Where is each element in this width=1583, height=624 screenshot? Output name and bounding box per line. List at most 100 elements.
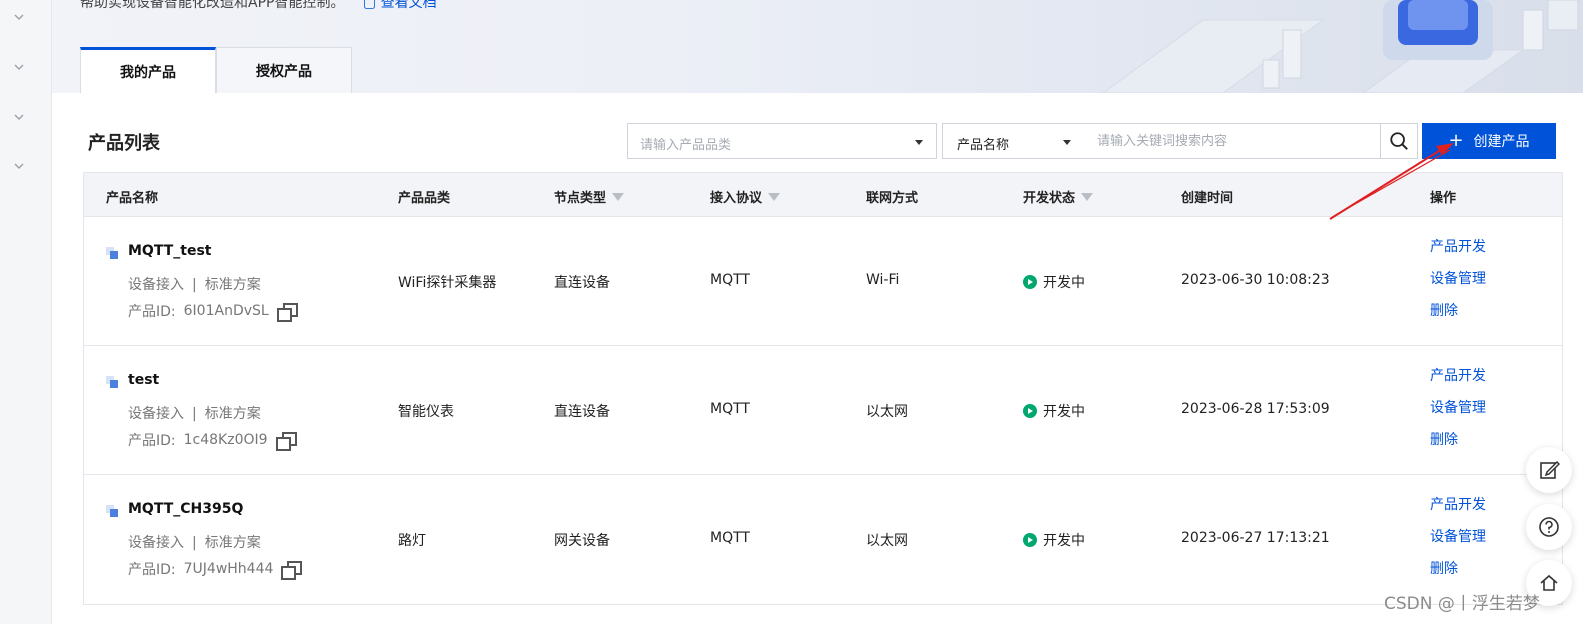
divider: | [192, 406, 197, 422]
product-icon [106, 505, 119, 518]
product-id-value: 6I01AnDvSL [183, 303, 269, 319]
column-header-label: 操作 [1430, 191, 1457, 206]
column-header-label: 开发状态 [1023, 191, 1076, 206]
column-header: 产品品类 [398, 187, 450, 206]
chevron-down-icon[interactable] [12, 60, 26, 74]
banner-illustration [1102, 0, 1579, 93]
protocol-cell: MQTT [710, 272, 750, 288]
table-header: 产品名称 产品品类 节点类型 接入协议 联网方式 开发状态 创建时间 操作 [84, 173, 1562, 217]
chevron-down-icon[interactable] [12, 10, 26, 24]
product-table: 产品名称 产品品类 节点类型 接入协议 联网方式 开发状态 创建时间 操作 MQ… [83, 172, 1563, 605]
search-button[interactable] [1380, 123, 1418, 159]
status-label: 开发中 [1043, 404, 1085, 420]
divider: | [192, 277, 197, 293]
scheme-type: 标准方案 [204, 277, 261, 293]
caret-down-icon [915, 140, 923, 145]
filter-icon[interactable] [768, 192, 781, 201]
main-panel: 产品列表 请输入产品品类 产品名称 + 创建产品 产品名称 产品品类 节点类型 … [52, 93, 1583, 624]
status-label: 开发中 [1043, 275, 1085, 291]
row-actions: 产品开发 设备管理 删除 [1430, 496, 1486, 579]
copy-icon[interactable] [276, 303, 298, 322]
category-cell: WiFi探针采集器 [398, 275, 497, 291]
product-meta: 设备接入 | 标准方案 [128, 403, 261, 423]
copy-icon[interactable] [281, 561, 303, 580]
status-dot-icon [1023, 404, 1037, 418]
column-header-label: 产品品类 [398, 191, 451, 206]
protocol-cell: MQTT [710, 530, 750, 546]
node-type-cell: 网关设备 [554, 533, 610, 549]
help-button[interactable] [1526, 504, 1572, 550]
product-icon [106, 376, 119, 389]
doc-link-label: 查看文档 [380, 0, 437, 11]
search-field-value: 产品名称 [957, 138, 1010, 153]
product-meta: 设备接入 | 标准方案 [128, 532, 261, 552]
product-id-label: 产品ID: [128, 433, 176, 449]
column-header: 产品名称 [106, 187, 158, 206]
product-id: 产品ID: 7UJ4wHh444 [128, 559, 303, 580]
filter-icon[interactable] [612, 192, 625, 201]
column-header-label: 接入协议 [710, 191, 763, 206]
product-id: 产品ID: 6I01AnDvSL [128, 301, 298, 322]
search-input[interactable] [1085, 124, 1380, 158]
caret-down-icon [1063, 140, 1071, 145]
product-develop-link[interactable]: 产品开发 [1430, 496, 1486, 515]
product-develop-link[interactable]: 产品开发 [1430, 238, 1486, 257]
plus-icon: + [1448, 130, 1464, 151]
page-title: 产品列表 [88, 133, 160, 154]
product-develop-link[interactable]: 产品开发 [1430, 367, 1486, 386]
category-cell: 智能仪表 [398, 404, 454, 420]
copy-icon[interactable] [275, 432, 297, 451]
delete-link[interactable]: 删除 [1430, 302, 1486, 321]
status-badge: 开发中 [1023, 272, 1085, 292]
status-dot-icon [1023, 275, 1037, 289]
left-nav [0, 0, 52, 624]
search-icon [1390, 132, 1408, 150]
product-icon [106, 247, 119, 260]
tab-my-products[interactable]: 我的产品 [80, 47, 216, 93]
chevron-down-icon[interactable] [12, 110, 26, 124]
product-id-label: 产品ID: [128, 562, 176, 578]
column-header-label: 产品名称 [106, 191, 159, 206]
product-id-value: 7UJ4wHh444 [183, 561, 274, 577]
delete-link[interactable]: 删除 [1430, 560, 1486, 579]
scheme-type: 标准方案 [204, 406, 261, 422]
column-header: 联网方式 [866, 187, 918, 206]
category-select[interactable]: 请输入产品品类 [627, 123, 937, 159]
product-name: MQTT_CH395Q [128, 501, 244, 517]
row-actions: 产品开发 设备管理 删除 [1430, 238, 1486, 321]
created-time-cell: 2023-06-30 10:08:23 [1181, 272, 1330, 288]
product-id: 产品ID: 1c48Kz0OI9 [128, 430, 297, 451]
feedback-button[interactable] [1526, 447, 1572, 493]
delete-link[interactable]: 删除 [1430, 431, 1486, 450]
chevron-down-icon[interactable] [12, 159, 26, 173]
device-manage-link[interactable]: 设备管理 [1430, 528, 1486, 547]
table-row: MQTT_CH395Q 设备接入 | 标准方案 产品ID: 7UJ4wHh444 路灯… [84, 475, 1562, 604]
category-select-placeholder: 请输入产品品类 [640, 138, 732, 153]
protocol-cell: MQTT [710, 401, 750, 417]
create-product-button[interactable]: + 创建产品 [1422, 123, 1556, 159]
status-dot-icon [1023, 533, 1037, 547]
column-header-label: 创建时间 [1181, 191, 1234, 206]
status-badge: 开发中 [1023, 401, 1085, 421]
column-header: 创建时间 [1181, 187, 1233, 206]
row-actions: 产品开发 设备管理 删除 [1430, 367, 1486, 450]
doc-link[interactable]: ▢ 查看文档 [363, 0, 437, 11]
node-type-cell: 直连设备 [554, 404, 610, 420]
column-header: 节点类型 [554, 187, 625, 206]
search-field-select[interactable]: 产品名称 [942, 123, 1086, 159]
tab-authorized-products[interactable]: 授权产品 [216, 47, 352, 93]
table-row: MQTT_test 设备接入 | 标准方案 产品ID: 6I01AnDvSL WiFi… [84, 217, 1562, 346]
product-meta: 设备接入 | 标准方案 [128, 274, 261, 294]
scheme-type: 标准方案 [204, 535, 261, 551]
help-icon [1539, 517, 1559, 537]
device-manage-link[interactable]: 设备管理 [1430, 270, 1486, 289]
divider: | [192, 535, 197, 551]
banner-intro: 帮助实现设备智能化改造和APP智能控制。 ▢ 查看文档 [80, 0, 437, 12]
created-time-cell: 2023-06-28 17:53:09 [1181, 401, 1330, 417]
category-cell: 路灯 [398, 533, 426, 549]
access-type: 设备接入 [128, 535, 184, 551]
device-manage-link[interactable]: 设备管理 [1430, 399, 1486, 418]
column-header-label: 联网方式 [866, 191, 919, 206]
product-name: test [128, 372, 160, 388]
filter-icon[interactable] [1081, 192, 1094, 201]
